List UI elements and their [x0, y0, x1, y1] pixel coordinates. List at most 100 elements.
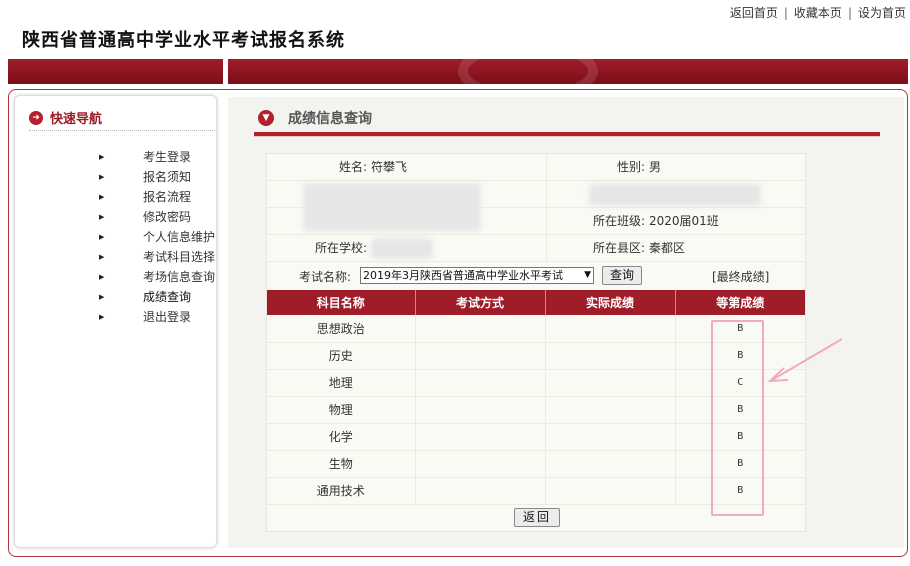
main-panel: ▼ 成绩信息查询 姓名: 符攀飞 性别: 男 所在班级: 2020届01班 所在…	[228, 97, 904, 548]
site-title: 陕西省普通高中学业水平考试报名系统	[22, 30, 345, 51]
nav-item-label: 考场信息查询	[143, 270, 216, 284]
nav-item-label: 退出登录	[143, 310, 192, 324]
col-subject: 科目名称	[267, 290, 416, 315]
query-button[interactable]: 查询	[602, 266, 642, 285]
info-cell	[547, 181, 805, 207]
main-header: ▼ 成绩信息查询	[258, 108, 372, 128]
name-value: 符攀飞	[371, 160, 408, 174]
triangle-right-icon: ▶	[99, 233, 105, 241]
class-value: 2020届01班	[649, 214, 719, 228]
back-button[interactable]: 返回	[514, 507, 560, 527]
info-cell	[267, 181, 547, 231]
gender-label: 性别:	[616, 160, 645, 174]
info-cell: 所在学校:	[267, 235, 547, 261]
arrow-right-circle-icon: ➜	[29, 110, 43, 125]
nav-item-subjects[interactable]: ▶ 考试科目选择	[99, 247, 215, 267]
nav-title: 快速导航	[50, 112, 103, 127]
info-row	[267, 181, 805, 231]
nav-item-label: 考生登录	[143, 150, 192, 164]
triangle-right-icon: ▶	[99, 153, 105, 161]
info-cell	[267, 208, 547, 234]
grade-highlight-box	[711, 320, 764, 516]
col-score: 实际成绩	[545, 290, 676, 315]
nav-item-label: 考试科目选择	[143, 250, 216, 264]
nav-item-login[interactable]: ▶ 考生登录	[99, 147, 215, 167]
exam-select[interactable]: 2019年3月陕西省普通高中学业水平考试 ▼	[360, 267, 594, 284]
score-cell	[545, 396, 676, 424]
subject-cell: 生物	[267, 450, 416, 478]
nav-item-label: 报名须知	[143, 170, 192, 184]
nav-item-label: 成绩查询	[143, 290, 192, 304]
exam-select-value: 2019年3月陕西省普通高中学业水平考试	[363, 269, 563, 282]
triangle-right-icon: ▶	[99, 253, 105, 261]
subject-cell: 化学	[267, 423, 416, 451]
nav-item-logout[interactable]: ▶ 退出登录	[99, 307, 215, 327]
subject-cell: 地理	[267, 369, 416, 397]
nav-item-profile[interactable]: ▶ 个人信息维护	[99, 227, 215, 247]
subject-cell: 物理	[267, 396, 416, 424]
col-mode: 考试方式	[415, 290, 546, 315]
triangle-right-icon: ▶	[99, 273, 105, 281]
header-rule-shadow	[254, 136, 880, 137]
nav-item-process[interactable]: ▶ 报名流程	[99, 187, 215, 207]
mode-cell	[415, 423, 546, 451]
main-title: 成绩信息查询	[288, 111, 372, 127]
annotation-arrow-icon	[767, 338, 843, 383]
mode-cell	[415, 342, 546, 370]
sidebar: ➜ 快速导航 ▶ 考生登录 ▶ 报名须知 ▶ 报名流程 ▶ 修改密码 ▶ 个人信息维护 ▶…	[14, 95, 217, 548]
banner-left	[8, 59, 223, 84]
nav-header: ➜ 快速导航	[29, 108, 102, 127]
subject-cell: 通用技术	[267, 477, 416, 505]
nav-list: ▶ 考生登录 ▶ 报名须知 ▶ 报名流程 ▶ 修改密码 ▶ 个人信息维护 ▶ 考试科目选择 …	[99, 147, 215, 327]
redacted-area	[589, 184, 761, 206]
nav-item-label: 报名流程	[143, 190, 192, 204]
dropdown-arrow-icon: ▼	[584, 270, 591, 280]
link-set-home[interactable]: 设为首页	[858, 6, 906, 20]
info-cell: 性别: 男	[547, 154, 805, 180]
school-label: 所在学校:	[314, 241, 367, 255]
link-home[interactable]: 返回首页	[730, 6, 778, 20]
triangle-right-icon: ▶	[99, 193, 105, 201]
county-value: 秦都区	[649, 241, 686, 255]
score-cell	[545, 423, 676, 451]
query-row: 考试名称: 2019年3月陕西省普通高中学业水平考试 ▼ 查询 [最终成绩]	[267, 262, 805, 290]
score-cell	[545, 315, 676, 343]
triangle-right-icon: ▶	[99, 293, 105, 301]
score-cell	[545, 450, 676, 478]
name-label: 姓名:	[338, 160, 367, 174]
subject-cell: 思想政治	[267, 315, 416, 343]
nav-item-notice[interactable]: ▶ 报名须知	[99, 167, 215, 187]
exam-name-label: 考试名称:	[299, 270, 352, 284]
link-favorite[interactable]: 收藏本页	[794, 6, 842, 20]
separator: |	[783, 6, 788, 20]
score-cell	[545, 342, 676, 370]
triangle-right-icon: ▶	[99, 173, 105, 181]
info-cell: 姓名: 符攀飞	[267, 154, 547, 180]
score-cell	[545, 477, 676, 505]
arrow-down-circle-icon: ▼	[258, 110, 274, 126]
redacted-area	[371, 238, 433, 259]
mode-cell	[415, 315, 546, 343]
nav-item-exam-room[interactable]: ▶ 考场信息查询	[99, 267, 215, 287]
top-links: 返回首页 | 收藏本页 | 设为首页	[730, 4, 906, 21]
info-row: 所在学校: 所在县区: 秦都区	[267, 235, 805, 262]
separator: |	[847, 6, 852, 20]
banner-right	[228, 59, 908, 84]
subject-cell: 历史	[267, 342, 416, 370]
mode-cell	[415, 450, 546, 478]
gender-value: 男	[649, 160, 662, 174]
info-row: 姓名: 符攀飞 性别: 男	[267, 154, 805, 181]
mode-cell	[415, 396, 546, 424]
triangle-right-icon: ▶	[99, 313, 105, 321]
nav-item-password[interactable]: ▶ 修改密码	[99, 207, 215, 227]
mode-cell	[415, 369, 546, 397]
score-cell	[545, 369, 676, 397]
info-row: 所在班级: 2020届01班	[267, 208, 805, 235]
nav-item-label: 修改密码	[143, 210, 192, 224]
nav-item-label: 个人信息维护	[143, 230, 216, 244]
nav-item-scores[interactable]: ▶ 成绩查询	[99, 287, 215, 307]
col-grade: 等第成绩	[675, 290, 805, 315]
mode-cell	[415, 477, 546, 505]
nav-divider	[29, 130, 215, 131]
class-label: 所在班级:	[592, 214, 645, 228]
